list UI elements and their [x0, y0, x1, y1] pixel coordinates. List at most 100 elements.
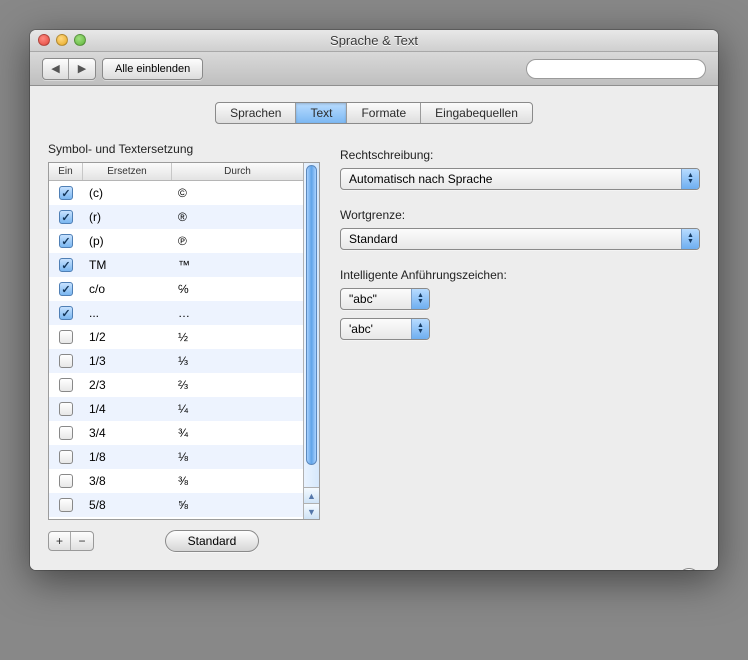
cell-with[interactable]: …	[172, 306, 303, 320]
cell-replace[interactable]: c/o	[83, 282, 172, 296]
spelling-popup[interactable]: Automatisch nach Sprache ▲▼	[340, 168, 700, 190]
tab-eingabequellen[interactable]: Eingabequellen	[421, 103, 532, 123]
cell-with[interactable]: ™	[172, 258, 303, 272]
defaults-button[interactable]: Standard	[165, 530, 260, 552]
cell-on	[49, 498, 83, 512]
cell-replace[interactable]: (c)	[83, 186, 172, 200]
row-checkbox[interactable]	[59, 210, 73, 224]
search-input[interactable]	[526, 59, 706, 79]
tabs: SprachenTextFormateEingabequellen	[48, 102, 700, 124]
smartquotes-label: Intelligente Anführungszeichen:	[340, 268, 700, 282]
row-checkbox[interactable]	[59, 258, 73, 272]
show-all-button[interactable]: Alle einblenden	[102, 58, 203, 80]
row-checkbox[interactable]	[59, 450, 73, 464]
cell-replace[interactable]: (p)	[83, 234, 172, 248]
th-replace[interactable]: Ersetzen	[83, 163, 172, 180]
cell-replace[interactable]: 5/8	[83, 498, 172, 512]
cell-replace[interactable]: 1/3	[83, 354, 172, 368]
cell-replace[interactable]: 3/8	[83, 474, 172, 488]
table-row[interactable]: 1/8⅛	[49, 445, 303, 469]
scroll-up-button[interactable]: ▲	[304, 487, 319, 503]
table-row[interactable]: 2/3⅔	[49, 373, 303, 397]
cell-with[interactable]: ¼	[172, 402, 303, 416]
scrollbar[interactable]: ▲ ▼	[303, 163, 319, 519]
row-checkbox[interactable]	[59, 306, 73, 320]
zoom-button[interactable]	[74, 34, 86, 46]
cell-with[interactable]: ⅔	[172, 378, 303, 392]
tab-sprachen[interactable]: Sprachen	[216, 103, 296, 123]
cell-with[interactable]: ℗	[172, 234, 303, 248]
cell-with[interactable]: ®	[172, 210, 303, 224]
row-checkbox[interactable]	[59, 234, 73, 248]
th-on[interactable]: Ein	[49, 163, 83, 180]
help-button[interactable]: ?	[678, 568, 700, 570]
close-button[interactable]	[38, 34, 50, 46]
nav-back-forward: ◀ ▶	[42, 58, 96, 80]
cell-with[interactable]: ¾	[172, 426, 303, 440]
cell-with[interactable]: ½	[172, 330, 303, 344]
cell-replace[interactable]: (r)	[83, 210, 172, 224]
scroll-down-button[interactable]: ▼	[304, 503, 319, 519]
row-checkbox[interactable]	[59, 402, 73, 416]
table-header: Ein Ersetzen Durch	[49, 163, 303, 181]
row-checkbox[interactable]	[59, 378, 73, 392]
table-row[interactable]: 1/4¼	[49, 397, 303, 421]
cell-replace[interactable]: 1/2	[83, 330, 172, 344]
spelling-value: Automatisch nach Sprache	[349, 172, 492, 186]
row-checkbox[interactable]	[59, 330, 73, 344]
row-checkbox[interactable]	[59, 498, 73, 512]
table-row[interactable]: (r)®	[49, 205, 303, 229]
add-button[interactable]: +	[49, 532, 71, 550]
row-checkbox[interactable]	[59, 426, 73, 440]
row-checkbox[interactable]	[59, 474, 73, 488]
toolbar: ◀ ▶ Alle einblenden	[30, 52, 718, 86]
table-row[interactable]: (c)©	[49, 181, 303, 205]
spelling-label: Rechtschreibung:	[340, 148, 700, 162]
wordbreak-popup[interactable]: Standard ▲▼	[340, 228, 700, 250]
remove-button[interactable]: −	[71, 532, 93, 550]
single-quotes-popup[interactable]: 'abc' ▲▼	[340, 318, 430, 340]
content: SprachenTextFormateEingabequellen Symbol…	[30, 86, 718, 570]
row-checkbox[interactable]	[59, 354, 73, 368]
nav-forward-button[interactable]: ▶	[69, 59, 95, 79]
row-checkbox[interactable]	[59, 186, 73, 200]
table-row[interactable]: 1/3⅓	[49, 349, 303, 373]
cell-replace[interactable]: TM	[83, 258, 172, 272]
cell-on	[49, 186, 83, 200]
cell-with[interactable]: ⅜	[172, 474, 303, 488]
tab-text[interactable]: Text	[296, 103, 347, 123]
scroll-thumb[interactable]	[306, 165, 317, 465]
cell-on	[49, 354, 83, 368]
cell-replace[interactable]: 1/4	[83, 402, 172, 416]
cell-with[interactable]: ⅛	[172, 450, 303, 464]
popup-arrows-icon: ▲▼	[681, 169, 699, 189]
table-row[interactable]: 1/2½	[49, 325, 303, 349]
cell-replace[interactable]: 1/8	[83, 450, 172, 464]
cell-replace[interactable]: ...	[83, 306, 172, 320]
table-row[interactable]: 5/8⅝	[49, 493, 303, 517]
table-rows: (c)©(r)®(p)℗TM™c/o℅...…1/2½1/3⅓2/3⅔1/4¼3…	[49, 181, 303, 519]
cell-on	[49, 378, 83, 392]
cell-replace[interactable]: 3/4	[83, 426, 172, 440]
cell-replace[interactable]: 2/3	[83, 378, 172, 392]
nav-back-button[interactable]: ◀	[43, 59, 69, 79]
table-row[interactable]: 3/8⅜	[49, 469, 303, 493]
window-title: Sprache & Text	[30, 33, 718, 48]
tab-formate[interactable]: Formate	[347, 103, 421, 123]
double-quotes-popup[interactable]: "abc" ▲▼	[340, 288, 430, 310]
minimize-button[interactable]	[56, 34, 68, 46]
table-inner: Ein Ersetzen Durch (c)©(r)®(p)℗TM™c/o℅..…	[49, 163, 303, 519]
table-row[interactable]: c/o℅	[49, 277, 303, 301]
table-row[interactable]: (p)℗	[49, 229, 303, 253]
th-with[interactable]: Durch	[172, 163, 303, 180]
window-controls	[38, 34, 86, 46]
cell-with[interactable]: ℅	[172, 282, 303, 296]
cell-with[interactable]: ⅓	[172, 354, 303, 368]
table-row[interactable]: TM™	[49, 253, 303, 277]
cell-with[interactable]: ©	[172, 186, 303, 200]
row-checkbox[interactable]	[59, 282, 73, 296]
table-row[interactable]: ...…	[49, 301, 303, 325]
cell-with[interactable]: ⅝	[172, 498, 303, 512]
table-row[interactable]: 7/8⅞	[49, 517, 303, 519]
table-row[interactable]: 3/4¾	[49, 421, 303, 445]
